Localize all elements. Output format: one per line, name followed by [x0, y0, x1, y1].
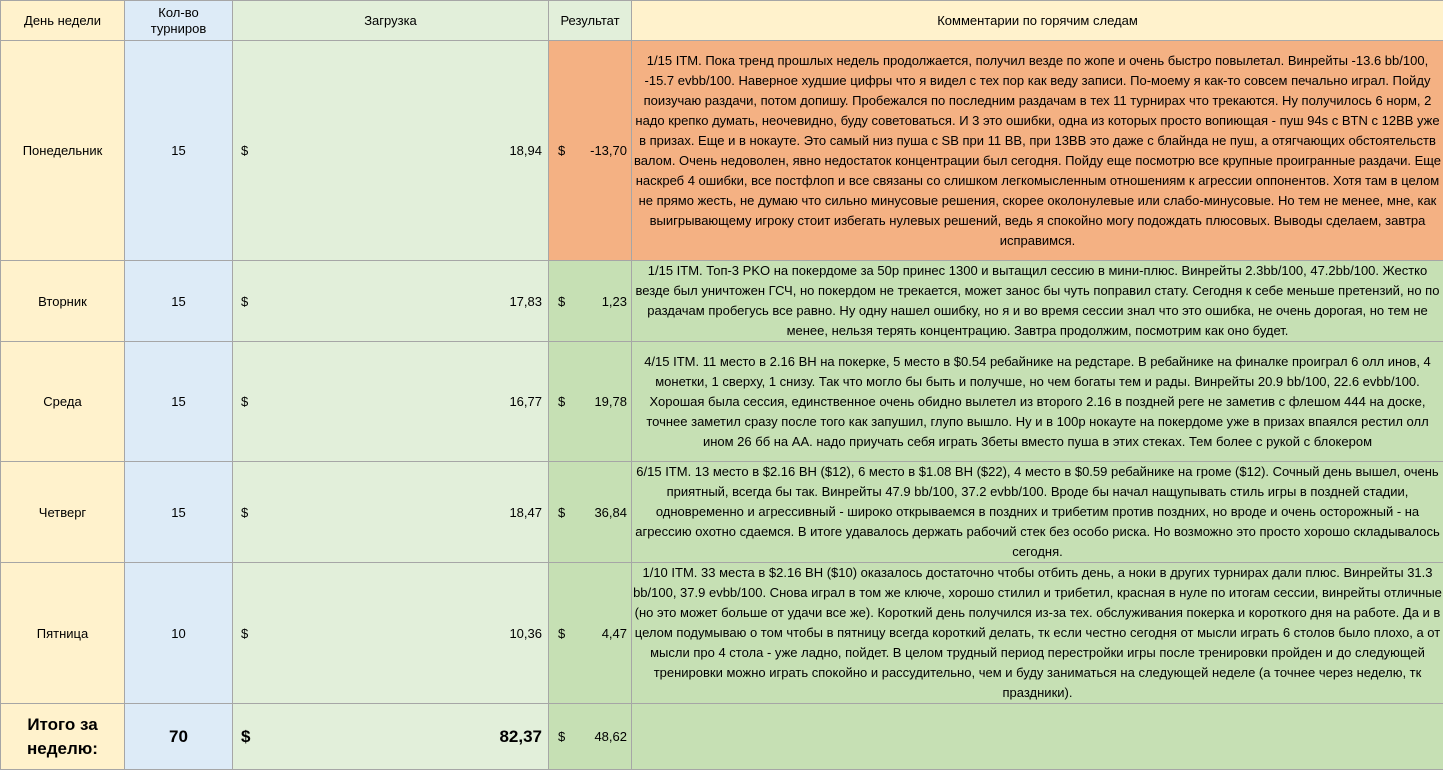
totals-label: Итого за неделю:: [27, 715, 98, 758]
result-value: 36,84: [594, 505, 627, 520]
header-load-cell[interactable]: Загрузка: [233, 1, 549, 41]
result-cell[interactable]: $36,84: [549, 462, 632, 563]
header-result-cell[interactable]: Результат: [549, 1, 632, 41]
result-value: -13,70: [590, 143, 627, 158]
result-value: 4,47: [602, 626, 627, 641]
totals-result-cell[interactable]: $48,62: [549, 704, 632, 770]
result-cell[interactable]: $4,47: [549, 563, 632, 704]
currency-sign: $: [241, 505, 248, 520]
currency-sign: $: [241, 394, 248, 409]
result-value: 19,78: [594, 394, 627, 409]
comment-text: 6/15 ITM. 13 место в $2.16 BH ($12), 6 м…: [635, 464, 1440, 559]
day-label: Понедельник: [23, 143, 103, 158]
table-row-monday: Понедельник 15 $18,94 $ -13,70 1/15 ITM. …: [1, 41, 1443, 261]
comment-text: 1/15 ITM. Топ-3 PKO на покердоме за 50р …: [636, 263, 1440, 338]
currency-sign: $: [241, 727, 250, 747]
load-cell[interactable]: $18,94: [233, 41, 549, 261]
currency-sign: $: [241, 143, 248, 158]
day-cell[interactable]: Пятница: [1, 563, 125, 704]
result-cell[interactable]: $ -13,70: [549, 41, 632, 261]
totals-label-cell[interactable]: Итого за неделю:: [1, 704, 125, 770]
currency-sign: $: [558, 143, 565, 158]
count-value: 15: [171, 143, 185, 158]
count-cell[interactable]: 15: [125, 261, 233, 342]
day-cell[interactable]: Понедельник: [1, 41, 125, 261]
header-load-label: Загрузка: [364, 13, 417, 28]
table-row-thursday: Четверг 15 $18,47 $36,84 6/15 ITM. 13 ме…: [1, 462, 1443, 563]
day-cell[interactable]: Вторник: [1, 261, 125, 342]
comment-cell[interactable]: 6/15 ITM. 13 место в $2.16 BH ($12), 6 м…: [632, 462, 1443, 563]
day-cell[interactable]: Среда: [1, 342, 125, 462]
comment-cell[interactable]: 1/15 ITM. Пока тренд прошлых недель прод…: [632, 41, 1443, 261]
header-count-line2: турниров: [125, 21, 232, 37]
load-value: 18,94: [509, 143, 542, 158]
table-row-tuesday: Вторник 15 $17,83 $1,23 1/15 ITM. Топ-3 …: [1, 261, 1443, 342]
load-cell[interactable]: $16,77: [233, 342, 549, 462]
header-day-label: День недели: [24, 13, 101, 28]
totals-result-value: 48,62: [594, 729, 627, 744]
load-value: 17,83: [509, 294, 542, 309]
header-day-cell[interactable]: День недели: [1, 1, 125, 41]
comment-text: 1/15 ITM. Пока тренд прошлых недель прод…: [634, 53, 1441, 248]
comment-cell[interactable]: 4/15 ITM. 11 место в 2.16 BH на покерке,…: [632, 342, 1443, 462]
load-cell[interactable]: $17,83: [233, 261, 549, 342]
day-label: Среда: [43, 394, 81, 409]
comment-text: 4/15 ITM. 11 место в 2.16 BH на покерке,…: [644, 354, 1431, 449]
header-count-line1: Кол-во: [125, 5, 232, 21]
load-value: 18,47: [509, 505, 542, 520]
totals-load-cell[interactable]: $82,37: [233, 704, 549, 770]
currency-sign: $: [558, 505, 565, 520]
day-cell[interactable]: Четверг: [1, 462, 125, 563]
load-value: 16,77: [509, 394, 542, 409]
header-comments-label: Комментарии по горячим следам: [937, 13, 1138, 28]
count-value: 15: [171, 505, 185, 520]
header-result-label: Результат: [560, 13, 619, 28]
totals-count-value: 70: [169, 727, 188, 746]
day-label: Пятница: [37, 626, 88, 641]
table-row-wednesday: Среда 15 $16,77 $19,78 4/15 ITM. 11 мест…: [1, 342, 1443, 462]
result-cell[interactable]: $1,23: [549, 261, 632, 342]
totals-comment-cell[interactable]: [632, 704, 1443, 770]
count-cell[interactable]: 15: [125, 462, 233, 563]
result-cell[interactable]: $19,78: [549, 342, 632, 462]
count-cell[interactable]: 10: [125, 563, 233, 704]
currency-sign: $: [558, 294, 565, 309]
count-cell[interactable]: 15: [125, 342, 233, 462]
count-cell[interactable]: 15: [125, 41, 233, 261]
header-row: День недели Кол-во турниров Загрузка Рез…: [1, 1, 1443, 41]
comment-text: 1/10 ITM. 33 места в $2.16 BH ($10) оказ…: [633, 565, 1442, 700]
weekly-results-sheet: День недели Кол-во турниров Загрузка Рез…: [0, 0, 1443, 770]
load-cell[interactable]: $18,47: [233, 462, 549, 563]
comment-cell[interactable]: 1/15 ITM. Топ-3 PKO на покердоме за 50р …: [632, 261, 1443, 342]
currency-sign: $: [558, 394, 565, 409]
count-value: 10: [171, 626, 185, 641]
table-row-friday: Пятница 10 $10,36 $4,47 1/10 ITM. 33 мес…: [1, 563, 1443, 704]
count-value: 15: [171, 294, 185, 309]
totals-load-value: 82,37: [499, 727, 542, 747]
day-label: Вторник: [38, 294, 87, 309]
load-cell[interactable]: $10,36: [233, 563, 549, 704]
count-value: 15: [171, 394, 185, 409]
totals-row: Итого за неделю: 70 $82,37 $48,62: [1, 704, 1443, 770]
totals-count-cell[interactable]: 70: [125, 704, 233, 770]
currency-sign: $: [241, 294, 248, 309]
currency-sign: $: [558, 626, 565, 641]
load-value: 10,36: [509, 626, 542, 641]
day-label: Четверг: [39, 505, 86, 520]
comment-cell[interactable]: 1/10 ITM. 33 места в $2.16 BH ($10) оказ…: [632, 563, 1443, 704]
header-count-cell[interactable]: Кол-во турниров: [125, 1, 233, 41]
currency-sign: $: [241, 626, 248, 641]
result-value: 1,23: [602, 294, 627, 309]
header-comments-cell[interactable]: Комментарии по горячим следам: [632, 1, 1443, 41]
currency-sign: $: [558, 729, 565, 744]
